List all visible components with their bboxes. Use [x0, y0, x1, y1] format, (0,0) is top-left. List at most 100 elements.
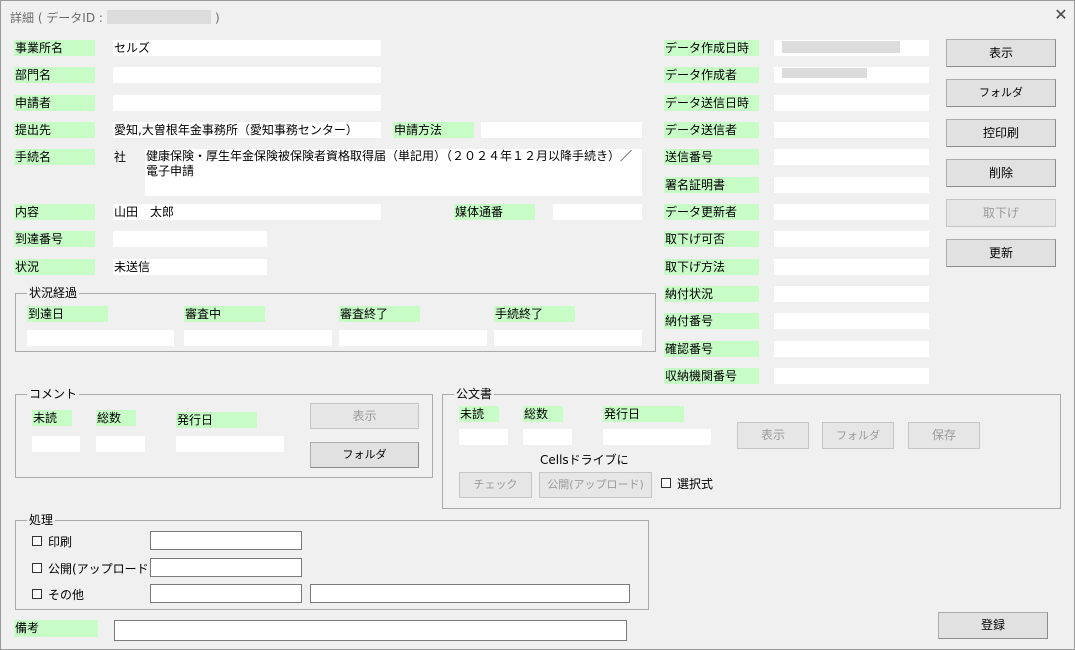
withdraw-method-label: 取下げ方法 — [664, 259, 759, 275]
close-icon[interactable]: ✕ — [1051, 5, 1071, 25]
copy-print-button[interactable]: 控印刷 — [946, 119, 1056, 147]
signature-label: 署名証明書 — [664, 177, 759, 193]
print-field[interactable] — [150, 531, 302, 550]
shinsa-shuryo-field[interactable] — [339, 330, 487, 346]
other-field[interactable] — [150, 584, 302, 603]
shinsachu-label: 審査中 — [184, 306, 265, 322]
comment-show-button[interactable]: 表示 — [310, 403, 419, 429]
bumon-label: 部門名 — [14, 67, 95, 83]
receiving-agency-field[interactable] — [774, 368, 929, 384]
official-check-button[interactable]: チェック — [459, 472, 532, 498]
creator-field[interactable] — [774, 67, 929, 83]
payment-number-field[interactable] — [774, 313, 929, 329]
shinsa-shuryo-label: 審査終了 — [339, 306, 420, 322]
baitai-field[interactable] — [553, 204, 642, 220]
window-title-suffix: ) — [214, 11, 220, 25]
comment-folder-button[interactable]: フォルダ — [310, 442, 419, 468]
receiving-agency-label: 収納機関番号 — [664, 368, 759, 384]
baitai-label: 媒体通番 — [454, 204, 535, 220]
teishutsusaki-label: 提出先 — [14, 122, 95, 138]
payment-number-label: 納付番号 — [664, 313, 759, 329]
tetsuzuki-label: 手続名 — [14, 149, 95, 165]
publish-checkbox[interactable] — [32, 563, 42, 573]
publish-label: 公開(アップロード) — [48, 562, 154, 576]
sender-label: データ送信者 — [664, 122, 759, 138]
redacted-data-id — [106, 10, 211, 24]
created-at-field[interactable] — [774, 40, 929, 56]
official-midoku-field[interactable] — [459, 429, 508, 445]
comment-soukazu-field[interactable] — [96, 436, 145, 452]
title-bar: 詳細 ( データID :) ✕ — [1, 1, 1074, 33]
official-folder-button[interactable]: フォルダ — [822, 422, 894, 449]
official-hakkoubi-label: 発行日 — [603, 406, 684, 422]
confirm-number-field[interactable] — [774, 341, 929, 357]
shinseisha-field[interactable] — [113, 95, 381, 111]
jigyousho-label: 事業所名 — [14, 40, 95, 56]
shinsachu-field[interactable] — [184, 330, 332, 346]
print-label: 印刷 — [48, 535, 73, 549]
naiyou-field[interactable]: 山田 太郎 — [113, 204, 381, 220]
toutatsu-bangou-label: 到達番号 — [14, 231, 95, 247]
send-number-label: 送信番号 — [664, 149, 759, 165]
withdraw-method-field[interactable] — [774, 259, 929, 275]
official-publish-button[interactable]: 公開(アップロード) — [539, 472, 652, 498]
detail-window: 詳細 ( データID :) ✕ 事業所名 セルズ 部門名 申請者 提出先 愛知,… — [0, 0, 1075, 650]
select-label: 選択式 — [677, 477, 714, 491]
official-hakkoubi-field[interactable] — [603, 429, 711, 445]
sent-at-field[interactable] — [774, 95, 929, 111]
other-checkbox[interactable] — [32, 589, 42, 599]
naiyou-label: 内容 — [14, 204, 95, 220]
tetsuzuki-field[interactable]: 健康保険・厚生年金保険被保険者資格取得届（単記用）（２０２４年１２月以降手続き）… — [145, 149, 642, 196]
signature-field[interactable] — [774, 177, 929, 193]
process-group-title: 処理 — [27, 513, 56, 527]
update-button[interactable]: 更新 — [946, 239, 1056, 267]
register-button[interactable]: 登録 — [938, 612, 1048, 639]
created-at-label: データ作成日時 — [664, 40, 759, 56]
folder-button[interactable]: フォルダ — [946, 79, 1056, 107]
bumon-field[interactable] — [113, 67, 381, 83]
tetsuzuki-shuryo-label: 手続終了 — [494, 306, 575, 322]
official-doc-group-title: 公文書 — [454, 387, 495, 401]
joukyou-field[interactable]: 未送信 — [113, 259, 267, 275]
teishutsusaki-field[interactable]: 愛知,大曽根年金事務所（愛知事務センター） — [113, 122, 381, 138]
official-save-button[interactable]: 保存 — [908, 422, 980, 449]
comment-hakkoubi-label: 発行日 — [176, 412, 257, 428]
toutatsubi-label: 到達日 — [27, 306, 108, 322]
payment-status-field[interactable] — [774, 286, 929, 302]
bikou-field[interactable] — [114, 620, 627, 641]
updater-field[interactable] — [774, 204, 929, 220]
jigyousho-field[interactable]: セルズ — [113, 40, 381, 56]
toutatsubi-field[interactable] — [27, 330, 174, 346]
official-show-button[interactable]: 表示 — [737, 422, 809, 449]
show-button[interactable]: 表示 — [946, 39, 1056, 67]
comment-midoku-field[interactable] — [32, 436, 80, 452]
comment-hakkoubi-field[interactable] — [176, 436, 284, 452]
withdraw-button[interactable]: 取下げ — [946, 199, 1056, 227]
publish-field[interactable] — [150, 558, 302, 577]
redacted-creator — [782, 68, 867, 78]
window-title-prefix: 詳細 ( データID : — [10, 11, 103, 25]
official-soukazu-field[interactable] — [523, 429, 572, 445]
toutatsu-bangou-field[interactable] — [113, 231, 267, 247]
redacted-created-at — [782, 41, 900, 53]
select-checkbox[interactable] — [661, 478, 671, 488]
status-group-title: 状況経過 — [27, 286, 80, 300]
withdraw-possible-field[interactable] — [774, 231, 929, 247]
updater-label: データ更新者 — [664, 204, 759, 220]
tetsuzuki-shuryo-field[interactable] — [494, 330, 642, 346]
confirm-number-label: 確認番号 — [664, 341, 759, 357]
payment-status-label: 納付状況 — [664, 286, 759, 302]
withdraw-possible-label: 取下げ可否 — [664, 231, 759, 247]
comment-midoku-label: 未読 — [32, 410, 72, 426]
official-midoku-label: 未読 — [459, 406, 499, 422]
print-checkbox[interactable] — [32, 536, 42, 546]
shinsei-houhou-field[interactable] — [481, 122, 642, 138]
sender-field[interactable] — [774, 122, 929, 138]
cells-drive-text: Cellsドライブに — [540, 453, 629, 467]
window-title: 詳細 ( データID :) — [10, 9, 220, 26]
send-number-field[interactable] — [774, 149, 929, 165]
shinseisha-label: 申請者 — [14, 95, 95, 111]
other-detail-field[interactable] — [310, 584, 630, 603]
delete-button[interactable]: 削除 — [946, 159, 1056, 187]
sent-at-label: データ送信日時 — [664, 95, 759, 111]
